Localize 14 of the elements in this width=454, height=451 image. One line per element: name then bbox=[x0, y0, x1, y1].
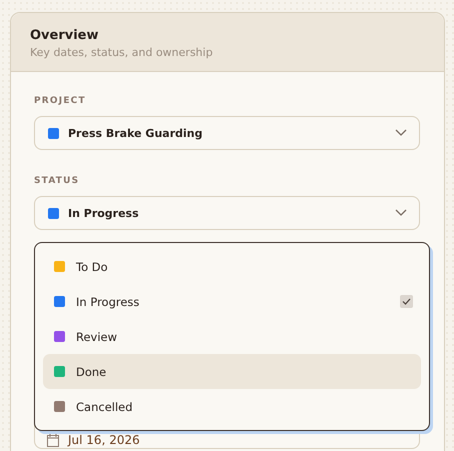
field-label: STATUS bbox=[34, 176, 80, 186]
card-title: Overview bbox=[30, 28, 100, 43]
chevron-down-icon bbox=[395, 129, 407, 137]
menu-item[interactable]: In Progress bbox=[43, 284, 421, 319]
menu-item[interactable]: Done bbox=[43, 354, 421, 389]
field-label: PROJECT bbox=[34, 96, 87, 106]
menu-item[interactable]: Review bbox=[43, 319, 421, 354]
menu-item[interactable]: Cancelled bbox=[43, 389, 421, 424]
menu-item[interactable]: To Do bbox=[43, 249, 421, 284]
card-subtitle: Key dates, status, and ownership bbox=[30, 46, 214, 59]
select-field[interactable]: Press Brake Guarding bbox=[34, 116, 420, 150]
calendar-icon bbox=[47, 434, 59, 447]
select-field[interactable]: In Progress bbox=[34, 196, 420, 230]
chevron-down-icon bbox=[395, 209, 407, 217]
